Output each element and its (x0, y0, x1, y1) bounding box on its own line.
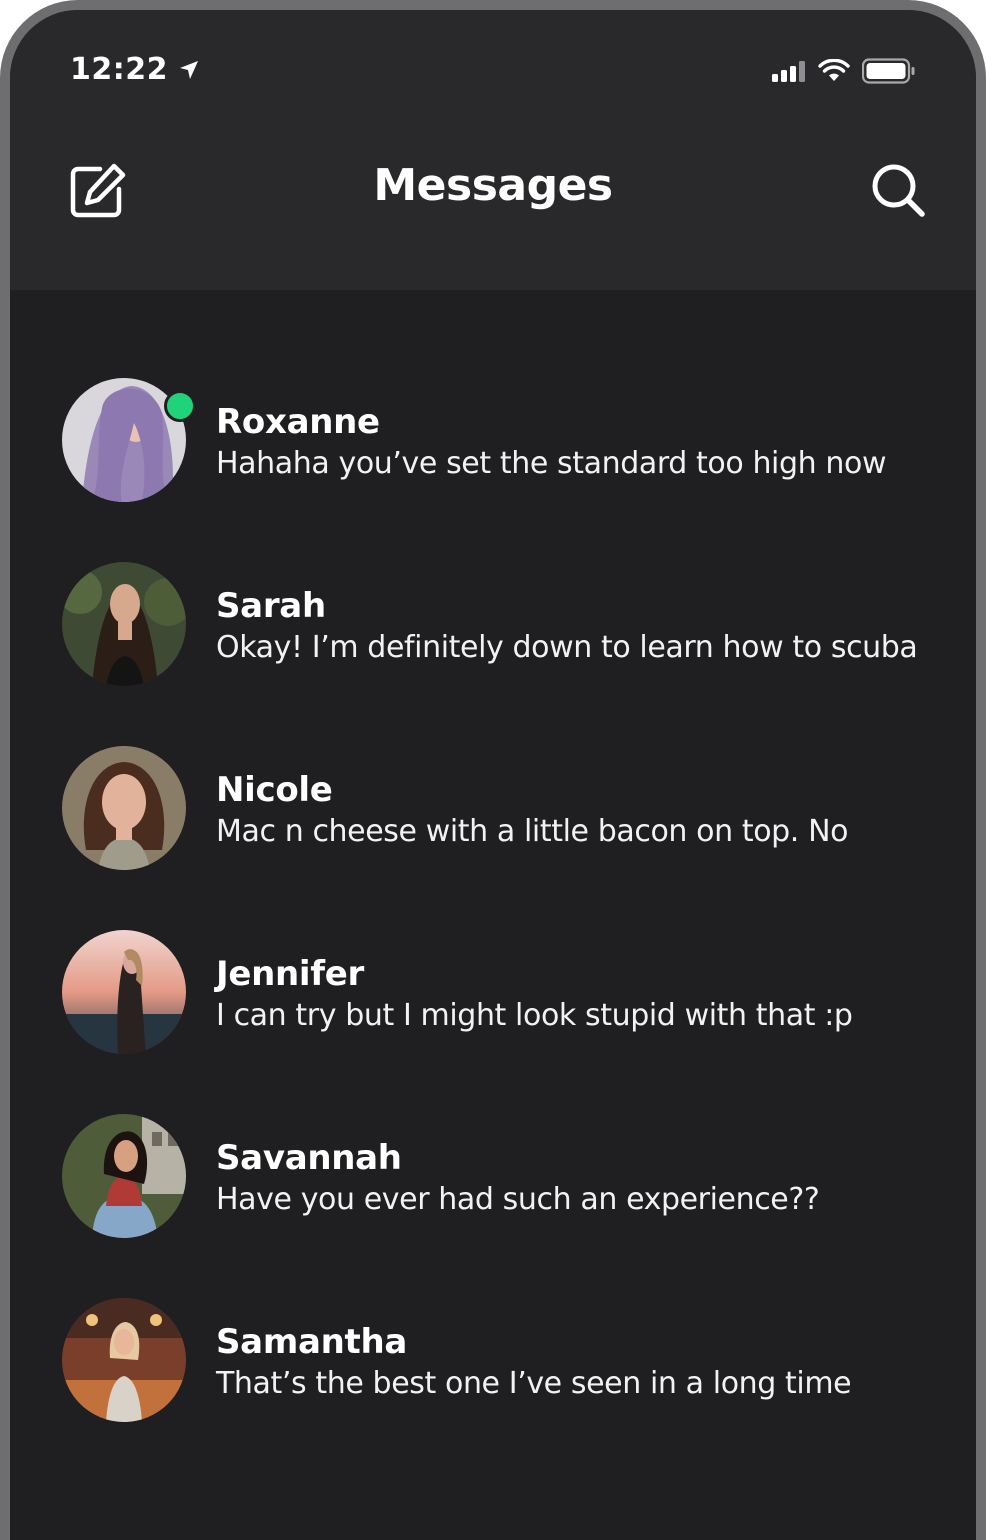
contact-name: Jennifer (216, 954, 364, 994)
status-time: 12:22 (70, 52, 200, 87)
status-icons (772, 58, 916, 84)
phone-frame: 12:22 Messages Roxanne Hahaha you’ve set… (0, 0, 986, 1540)
online-indicator (164, 390, 196, 422)
conversation-row[interactable]: Samantha That’s the best one I’ve seen i… (10, 1298, 976, 1482)
message-preview: I can try but I might look stupid with t… (216, 998, 853, 1033)
conversation-row[interactable]: Roxanne Hahaha you’ve set the standard t… (10, 378, 976, 562)
contact-name: Savannah (216, 1138, 402, 1178)
battery-icon (862, 58, 915, 84)
message-preview: Okay! I’m definitely down to learn how t… (216, 630, 918, 665)
page-title: Messages (373, 160, 613, 211)
avatar (62, 1114, 186, 1238)
avatar (62, 930, 186, 1054)
wifi-icon (818, 59, 850, 81)
message-preview: Mac n cheese with a little bacon on top.… (216, 814, 849, 849)
message-preview: Hahaha you’ve set the standard too high … (216, 446, 887, 481)
conversation-row[interactable]: Nicole Mac n cheese with a little bacon … (10, 746, 976, 930)
avatar (62, 746, 186, 870)
status-time-text: 12:22 (70, 52, 168, 87)
contact-name: Roxanne (216, 402, 380, 442)
conversation-list: Roxanne Hahaha you’ve set the standard t… (10, 378, 976, 1482)
avatar (62, 1298, 186, 1422)
contact-name: Nicole (216, 770, 333, 810)
conversation-row[interactable]: Sarah Okay! I’m definitely down to learn… (10, 562, 976, 746)
contact-name: Sarah (216, 586, 326, 626)
conversation-row[interactable]: Savannah Have you ever had such an exper… (10, 1114, 976, 1298)
message-preview: Have you ever had such an experience?? (216, 1182, 820, 1217)
avatar (62, 562, 186, 686)
screen: 12:22 Messages Roxanne Hahaha you’ve set… (10, 10, 976, 1540)
location-arrow-icon (180, 60, 198, 79)
conversation-row[interactable]: Jennifer I can try but I might look stup… (10, 930, 976, 1114)
search-icon (872, 164, 925, 217)
signal-icon (772, 61, 805, 82)
contact-name: Samantha (216, 1322, 408, 1362)
search-button[interactable] (868, 160, 928, 220)
header: 12:22 Messages (10, 10, 976, 290)
message-preview: That’s the best one I’ve seen in a long … (216, 1366, 852, 1401)
